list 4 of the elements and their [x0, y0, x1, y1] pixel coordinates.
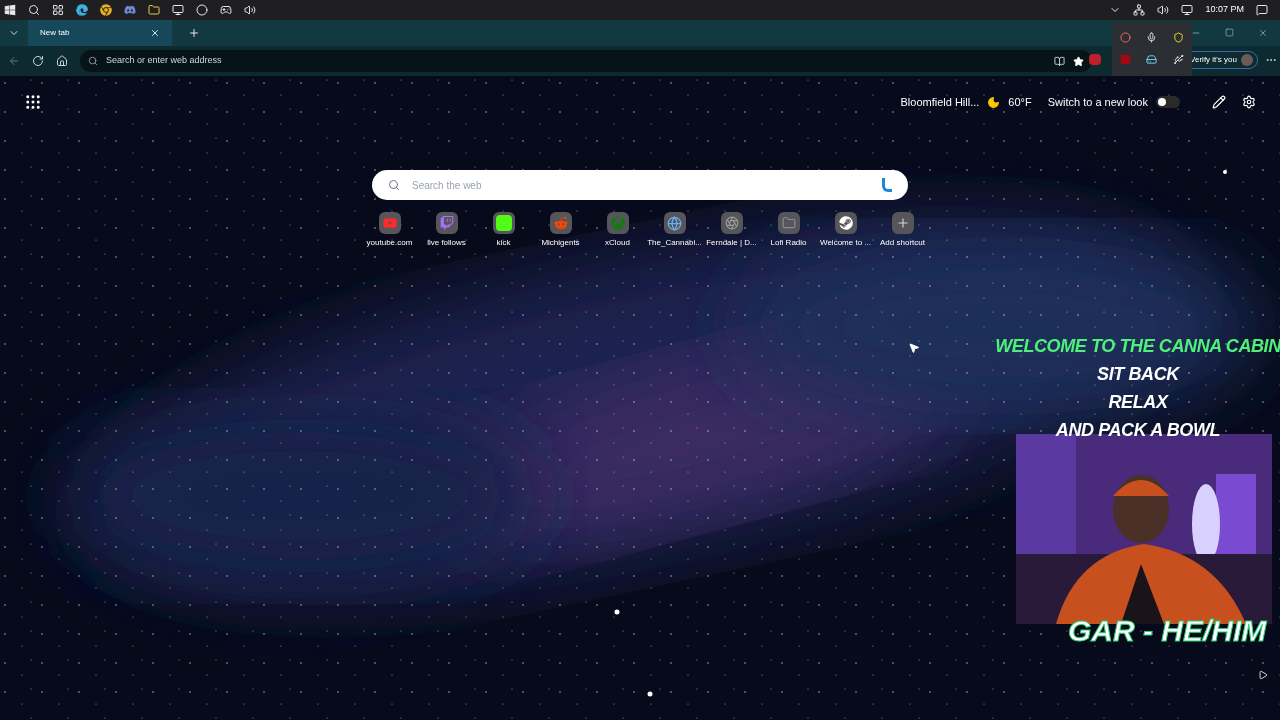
- tab[interactable]: New tab: [28, 20, 172, 46]
- clock[interactable]: 10:07 PM: [1205, 3, 1244, 17]
- address-bar[interactable]: Search or enter web address: [80, 50, 1092, 72]
- address-input[interactable]: Search or enter web address: [106, 54, 1046, 68]
